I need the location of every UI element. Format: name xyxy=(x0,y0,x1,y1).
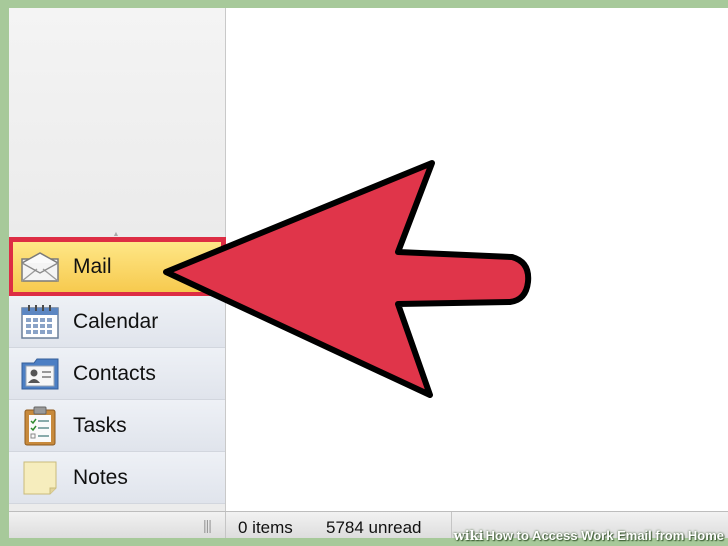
watermark: wiki How to Access Work Email from Home xyxy=(453,528,725,544)
pointer-arrow-annotation xyxy=(163,160,532,398)
